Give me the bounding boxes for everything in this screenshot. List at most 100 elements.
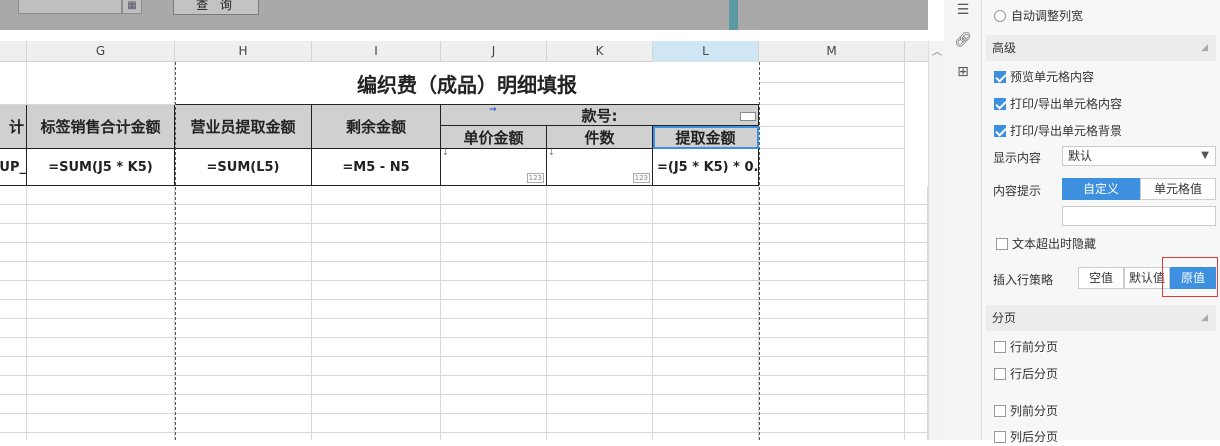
empty-cell[interactable]	[547, 376, 653, 395]
empty-cell[interactable]	[653, 433, 759, 440]
empty-cell[interactable]	[0, 414, 27, 433]
empty-cell[interactable]	[27, 395, 175, 414]
empty-cell[interactable]	[175, 357, 312, 376]
empty-cell[interactable]	[175, 205, 312, 224]
empty-cell[interactable]	[905, 224, 928, 243]
checkbox-icon[interactable]	[994, 431, 1006, 443]
report-title[interactable]: 编织费（成品）明细填报	[175, 62, 759, 105]
empty-cell[interactable]	[441, 357, 547, 376]
empty-cell[interactable]	[27, 414, 175, 433]
empty-cell[interactable]	[759, 338, 905, 357]
empty-cell[interactable]	[653, 243, 759, 262]
date-input[interactable]	[18, 0, 122, 14]
empty-cell[interactable]	[175, 433, 312, 440]
empty-cell[interactable]	[27, 186, 175, 205]
input-cell-unit-price[interactable]: ↓ 123	[441, 149, 547, 186]
checkbox-icon[interactable]	[994, 368, 1006, 380]
empty-cell[interactable]	[759, 395, 905, 414]
checkbox-icon[interactable]	[994, 405, 1006, 417]
empty-cell[interactable]	[547, 243, 653, 262]
empty-cell[interactable]	[547, 262, 653, 281]
vertical-scrollbar[interactable]: ︿	[928, 41, 944, 440]
empty-cell[interactable]	[905, 376, 928, 395]
empty-cell[interactable]	[175, 224, 312, 243]
input-cell-quantity[interactable]: ↓ 123	[547, 149, 653, 186]
collapse-caret-icon[interactable]: ◢	[1201, 35, 1208, 61]
header-cell-style-number[interactable]: 款号: →	[441, 105, 759, 126]
empty-cell[interactable]	[0, 433, 27, 440]
query-button[interactable]: 查 询	[173, 0, 259, 15]
empty-cell[interactable]	[0, 224, 27, 243]
empty-cell[interactable]	[905, 357, 928, 376]
empty-cell[interactable]	[905, 281, 928, 300]
empty-cell[interactable]	[759, 243, 905, 262]
empty-cell[interactable]	[653, 186, 759, 205]
formula-cell-tag-sales-total[interactable]: =SUM(J5 * K5)	[27, 149, 175, 186]
empty-cell[interactable]	[905, 414, 928, 433]
page-break-before-column-option[interactable]: 列前分页	[994, 402, 1058, 420]
empty-cell[interactable]	[312, 414, 441, 433]
empty-cell[interactable]	[0, 186, 27, 205]
formula-cell-extract-amount[interactable]: =(J5 * K5) * 0.5	[653, 149, 759, 186]
empty-cell[interactable]	[547, 205, 653, 224]
empty-cell[interactable]	[312, 433, 441, 440]
empty-cell[interactable]	[441, 338, 547, 357]
empty-cell[interactable]	[759, 357, 905, 376]
header-cell-remaining[interactable]: 剩余金额	[312, 105, 441, 149]
column-header-partial-right[interactable]	[905, 41, 928, 62]
spreadsheet-grid[interactable]: 编织费（成品）明细填报 计 标签销售合计金额 营业员提取金额 剩余金额 款号: …	[0, 62, 928, 440]
empty-cell[interactable]	[27, 262, 175, 281]
empty-cell[interactable]	[27, 205, 175, 224]
empty-cell[interactable]	[27, 338, 175, 357]
empty-cell[interactable]	[653, 262, 759, 281]
empty-cell[interactable]	[175, 243, 312, 262]
empty-cell[interactable]	[547, 319, 653, 338]
empty-cell[interactable]	[441, 433, 547, 440]
empty-cell[interactable]	[441, 414, 547, 433]
empty-cell[interactable]	[175, 395, 312, 414]
empty-cell[interactable]	[312, 186, 441, 205]
empty-cell[interactable]	[759, 262, 905, 281]
empty-cell[interactable]	[312, 243, 441, 262]
empty-cell[interactable]	[0, 243, 27, 262]
empty-cell[interactable]	[547, 414, 653, 433]
collapse-caret-icon[interactable]: ◢	[1201, 305, 1208, 331]
empty-cell[interactable]	[312, 395, 441, 414]
empty-cell[interactable]	[441, 205, 547, 224]
column-header-l[interactable]: L	[653, 41, 759, 62]
header-cell-tag-sales-total[interactable]: 标签销售合计金额	[27, 105, 175, 149]
empty-cell[interactable]	[905, 205, 928, 224]
empty-cell[interactable]	[312, 338, 441, 357]
empty-cell[interactable]	[27, 243, 175, 262]
empty-cell[interactable]	[653, 281, 759, 300]
empty-cell[interactable]	[547, 357, 653, 376]
empty-cell[interactable]	[27, 300, 175, 319]
empty-cell[interactable]	[759, 433, 905, 440]
hint-cell-value-button[interactable]: 单元格值	[1140, 178, 1216, 200]
empty-cell[interactable]	[759, 62, 905, 83]
empty-cell[interactable]	[905, 300, 928, 319]
empty-cell[interactable]	[0, 205, 27, 224]
empty-cell[interactable]	[312, 262, 441, 281]
column-header-m[interactable]: M	[759, 41, 905, 62]
empty-cell[interactable]	[441, 224, 547, 243]
empty-cell[interactable]	[653, 376, 759, 395]
checkbox-checked-icon[interactable]	[994, 71, 1006, 83]
checkbox-checked-icon[interactable]	[994, 98, 1006, 110]
empty-cell[interactable]	[653, 300, 759, 319]
column-header-partial[interactable]	[0, 41, 27, 62]
empty-cell[interactable]	[759, 205, 905, 224]
empty-cell[interactable]	[653, 319, 759, 338]
empty-cell[interactable]	[653, 338, 759, 357]
print-content-option[interactable]: 打印/导出单元格内容	[994, 95, 1122, 113]
calendar-icon[interactable]: ▦	[122, 0, 142, 14]
empty-cell[interactable]	[175, 262, 312, 281]
cell-attribute-icon[interactable]: ☰	[953, 0, 973, 20]
empty-cell[interactable]	[0, 357, 27, 376]
checkbox-checked-icon[interactable]	[994, 125, 1006, 137]
style-number-input[interactable]	[740, 112, 756, 121]
empty-cell[interactable]	[547, 281, 653, 300]
empty-cell[interactable]	[905, 186, 928, 205]
empty-cell[interactable]	[547, 224, 653, 243]
empty-cell[interactable]	[0, 338, 27, 357]
